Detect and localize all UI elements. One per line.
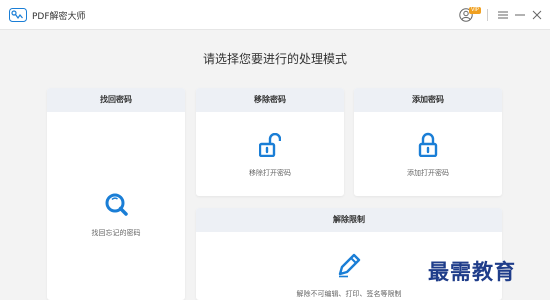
remove-password-card[interactable]: 移除密码 移除打开密码 xyxy=(196,88,344,196)
find-password-title: 找回密码 xyxy=(47,88,185,112)
close-icon[interactable] xyxy=(531,8,543,22)
app-logo-icon xyxy=(9,8,27,22)
add-password-label: 添加打开密码 xyxy=(407,169,449,177)
app-title: PDF解密大师 xyxy=(32,12,86,22)
find-password-label: 找回忘记的密码 xyxy=(91,229,141,237)
menu-icon[interactable] xyxy=(497,8,509,22)
watermark-text: 最需教育 xyxy=(428,259,516,284)
minimize-icon[interactable] xyxy=(514,8,526,22)
search-icon xyxy=(105,193,128,216)
unlock-icon xyxy=(259,133,281,157)
remove-password-title: 移除密码 xyxy=(196,88,344,112)
vip-badge: VIP xyxy=(469,7,481,14)
add-password-title: 添加密码 xyxy=(354,88,502,112)
title-bar: PDF解密大师 VIP xyxy=(0,0,550,30)
remove-restriction-card[interactable]: 解除限制 解除不可编辑、打印、签名等限制 xyxy=(196,208,502,300)
add-password-card[interactable]: 添加密码 添加打开密码 xyxy=(354,88,502,196)
titlebar-divider xyxy=(487,9,488,21)
find-password-card[interactable]: 找回密码 找回忘记的密码 xyxy=(47,88,185,300)
page-heading: 请选择您要进行的处理模式 xyxy=(202,52,347,66)
pencil-icon xyxy=(338,253,361,278)
remove-restriction-title: 解除限制 xyxy=(196,208,502,232)
lock-icon xyxy=(418,132,438,157)
remove-password-label: 移除打开密码 xyxy=(249,169,291,177)
remove-restriction-label: 解除不可编辑、打印、签名等限制 xyxy=(296,290,402,298)
